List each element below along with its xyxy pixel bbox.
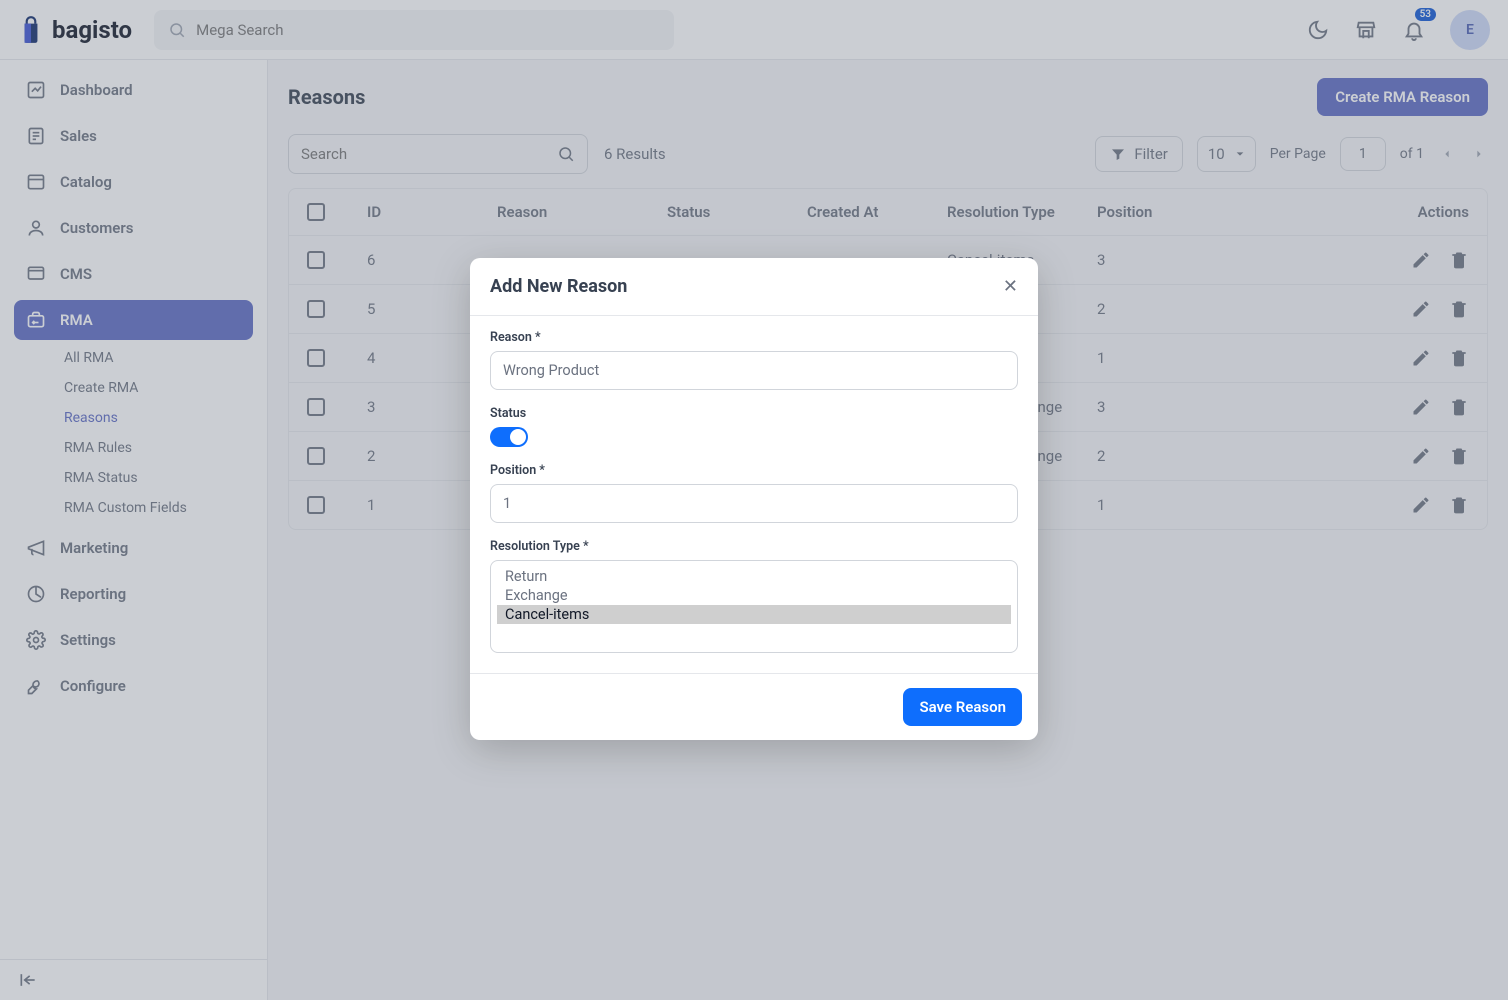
reason-label: Reason	[490, 330, 1018, 345]
resolution-option[interactable]: Exchange	[497, 586, 1011, 605]
reason-input[interactable]	[490, 351, 1018, 390]
modal-title: Add New Reason	[490, 276, 627, 297]
resolution-label: Resolution Type	[490, 539, 1018, 554]
close-icon[interactable]: ✕	[1003, 276, 1018, 297]
position-label: Position	[490, 463, 1018, 478]
save-reason-button[interactable]: Save Reason	[903, 688, 1022, 726]
status-label: Status	[490, 406, 1018, 421]
resolution-type-listbox[interactable]: ReturnExchangeCancel-items	[490, 560, 1018, 653]
add-reason-modal: Add New Reason ✕ Reason Status Position …	[470, 258, 1038, 740]
resolution-option[interactable]: Cancel-items	[497, 605, 1011, 624]
position-input[interactable]	[490, 484, 1018, 523]
status-toggle[interactable]	[490, 427, 528, 447]
resolution-option[interactable]: Return	[497, 567, 1011, 586]
